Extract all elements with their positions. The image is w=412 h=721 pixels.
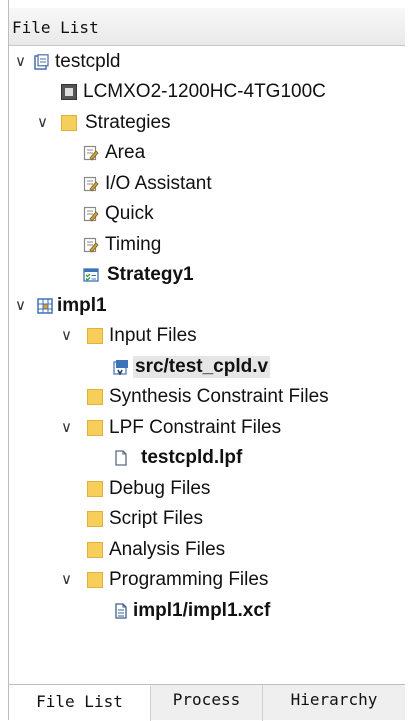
- impl-name: impl1: [57, 295, 107, 316]
- folder-icon: [87, 328, 103, 344]
- verilog-file-name: src/test_cpld.v: [133, 356, 271, 378]
- lpf-file-name: testcpld.lpf: [141, 447, 243, 468]
- tree-item-strategy-timing[interactable]: Timing: [9, 231, 405, 261]
- project-icon: [34, 54, 49, 70]
- strategy-icon: [83, 206, 99, 222]
- device-name: LCMXO2-1200HC-4TG100C: [83, 81, 326, 102]
- folder-icon: [87, 389, 103, 405]
- chevron-down-icon[interactable]: ∨: [61, 570, 75, 590]
- project-name: testcpld: [55, 51, 121, 72]
- tree-item-input-files[interactable]: ∨ Input Files: [9, 322, 405, 352]
- panel-tabs: File List Process Hierarchy: [9, 684, 405, 721]
- tree-item-project[interactable]: ∨ testcpld: [9, 48, 405, 78]
- panel-title: File List: [12, 18, 99, 37]
- tree-item-strategies[interactable]: ∨ Strategies: [9, 109, 405, 139]
- strategy-label: Quick: [105, 203, 154, 224]
- tree-item-verilog-file[interactable]: src/test_cpld.v: [9, 353, 405, 383]
- tree-item-lpf-constraint-files[interactable]: ∨ LPF Constraint Files: [9, 414, 405, 444]
- strategy-icon: [83, 176, 99, 192]
- file-list-panel: File List ∨ testcpld LCMXO2-1200HC-4TG10…: [8, 0, 412, 721]
- verilog-file-icon: [113, 360, 128, 375]
- strategies-label: Strategies: [85, 112, 171, 133]
- folder-icon: [87, 572, 103, 588]
- chevron-down-icon[interactable]: ∨: [15, 52, 29, 72]
- folder-icon: [87, 420, 103, 436]
- implementation-icon: [37, 298, 53, 314]
- tree-item-xcf-file[interactable]: impl1/impl1.xcf: [9, 597, 405, 627]
- tree-item-device[interactable]: LCMXO2-1200HC-4TG100C: [9, 78, 405, 108]
- lpf-label: LPF Constraint Files: [109, 417, 282, 438]
- tree-item-programming-files[interactable]: ∨ Programming Files: [9, 566, 405, 596]
- folder-icon: [87, 542, 103, 558]
- strategy-label: Strategy1: [107, 264, 194, 285]
- file-icon: [115, 450, 127, 466]
- active-strategy-icon: [83, 268, 99, 282]
- tab-hierarchy[interactable]: Hierarchy: [263, 685, 405, 721]
- folder-icon: [61, 115, 77, 131]
- tree-item-script-files[interactable]: Script Files: [9, 505, 405, 535]
- programming-label: Programming Files: [109, 569, 269, 590]
- strategy-icon: [83, 237, 99, 253]
- folder-icon: [87, 481, 103, 497]
- synthesis-label: Synthesis Constraint Files: [109, 386, 329, 407]
- chevron-down-icon[interactable]: ∨: [37, 113, 51, 133]
- tree-item-analysis-files[interactable]: Analysis Files: [9, 536, 405, 566]
- tree-item-strategy-strategy1[interactable]: Strategy1: [9, 261, 405, 291]
- strategy-label: I/O Assistant: [105, 173, 212, 194]
- chevron-down-icon[interactable]: ∨: [61, 418, 75, 438]
- file-icon: [115, 603, 127, 619]
- folder-icon: [87, 511, 103, 527]
- tab-file-list[interactable]: File List: [9, 685, 151, 721]
- chevron-down-icon[interactable]: ∨: [15, 296, 29, 316]
- strategy-label: Timing: [105, 234, 162, 255]
- tree-item-strategy-io-assistant[interactable]: I/O Assistant: [9, 170, 405, 200]
- input-files-label: Input Files: [109, 325, 197, 346]
- xcf-file-name: impl1/impl1.xcf: [133, 600, 271, 621]
- strategy-icon: [83, 145, 99, 161]
- analysis-label: Analysis Files: [109, 539, 226, 560]
- strategy-label: Area: [105, 142, 146, 163]
- tree-item-synthesis-constraint-files[interactable]: Synthesis Constraint Files: [9, 383, 405, 413]
- tree-item-lpf-file[interactable]: testcpld.lpf: [9, 444, 405, 474]
- tree-item-impl1[interactable]: ∨ impl1: [9, 292, 405, 322]
- chip-icon: [61, 84, 77, 100]
- tree-item-strategy-area[interactable]: Area: [9, 139, 405, 169]
- tree-item-debug-files[interactable]: Debug Files: [9, 475, 405, 505]
- script-label: Script Files: [109, 508, 203, 529]
- tab-process[interactable]: Process: [151, 685, 263, 721]
- panel-title-bar: File List: [9, 8, 405, 46]
- chevron-down-icon[interactable]: ∨: [61, 326, 75, 346]
- debug-label: Debug Files: [109, 478, 211, 499]
- tree-item-strategy-quick[interactable]: Quick: [9, 200, 405, 230]
